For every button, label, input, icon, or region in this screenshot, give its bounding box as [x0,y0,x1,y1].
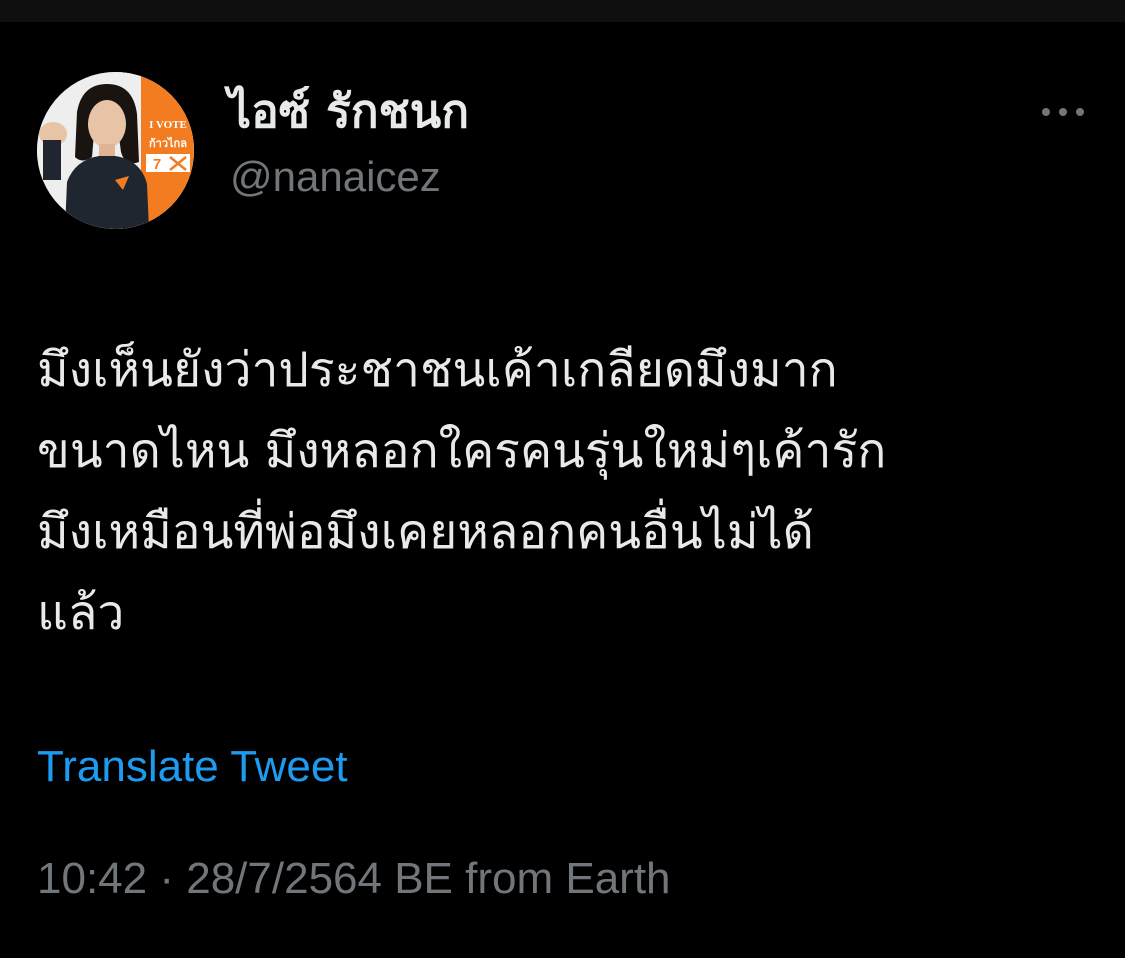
user-handle[interactable]: @nanaicez [230,152,441,202]
avatar-badge-number: 7 [153,156,161,173]
more-options-button[interactable] [1032,92,1094,132]
avatar[interactable]: I VOTE ก้าวไกล 7 [37,72,194,229]
tweet-text-line: แล้ว [37,585,125,641]
tweet-source: from Earth [465,854,671,903]
avatar-badge-line2: ก้าวไกล [149,136,187,150]
tweet-text-line: มึงเหมือนที่พ่อมึงเคยหลอกคนอื่นไม่ได้ [37,504,814,560]
tweet-time[interactable]: 10:42 [37,854,147,903]
meta-separator: · [159,854,174,903]
tweet-text: มึงเห็นยังว่าประชาชนเค้าเกลียดมึงมาก ขนา… [37,330,1097,654]
badge-panel [141,72,194,229]
avatar-badge-line1: I VOTE [149,119,187,131]
tweet-metadata: 10:42 · 28/7/2564 BE from Earth [37,854,671,904]
tweet-text-line: ขนาดไหน มึงหลอกใครคนรุ่นใหม่ๆเค้ารัก [37,423,887,479]
more-horizontal-icon [1042,108,1084,116]
tweet-text-line: มึงเห็นยังว่าประชาชนเค้าเกลียดมึงมาก [37,342,838,398]
tweet-date[interactable]: 28/7/2564 BE [186,854,453,903]
display-name[interactable]: ไอซ์ รักชนก [228,84,469,139]
top-status-strip [0,0,1125,22]
translate-tweet-link[interactable]: Translate Tweet [37,742,348,792]
